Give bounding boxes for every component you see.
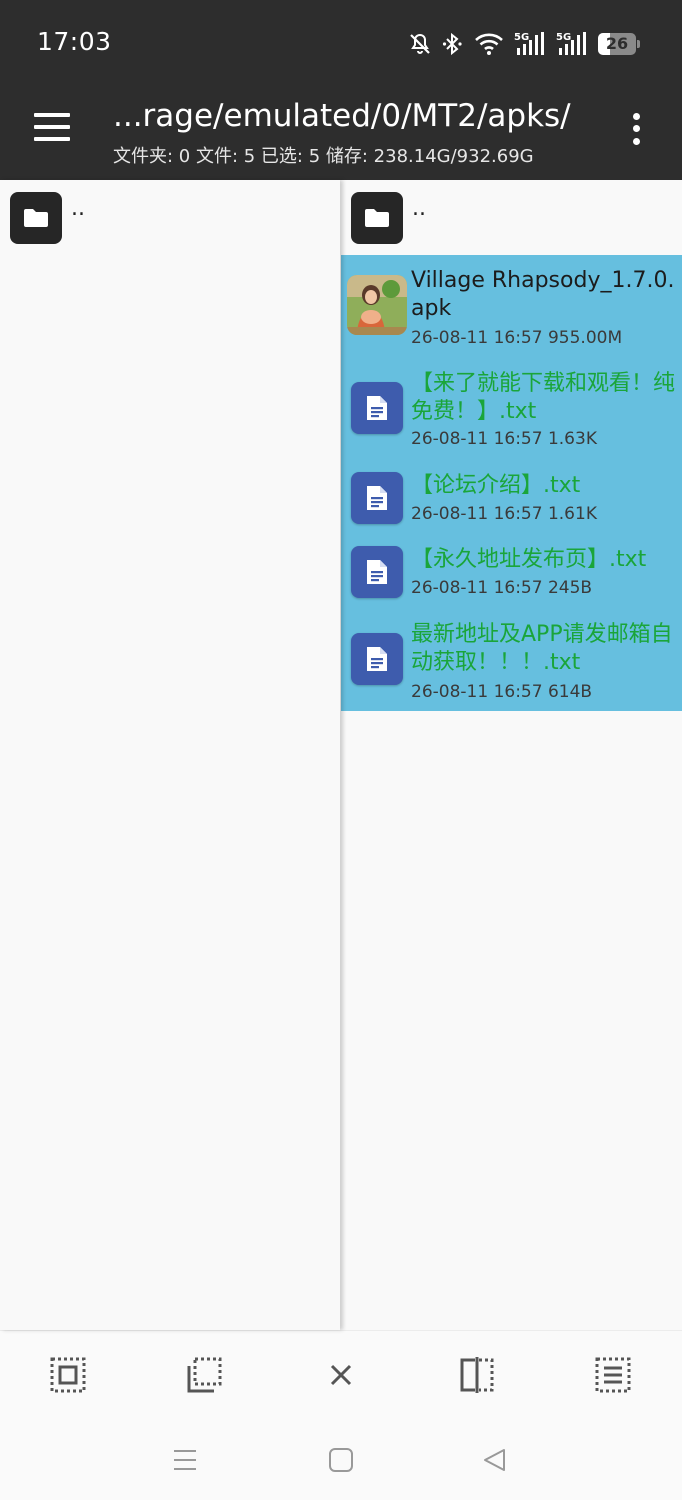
selection-action-bar bbox=[0, 1330, 682, 1423]
document-icon bbox=[351, 633, 403, 685]
app-toolbar: ...rage/emulated/0/MT2/apks/ 文件夹: 0 文件: … bbox=[0, 88, 682, 180]
left-pane[interactable]: .. bbox=[0, 180, 340, 1330]
file-meta: 26-08-11 16:57 1.63K bbox=[411, 429, 597, 449]
back-icon[interactable] bbox=[482, 1447, 508, 1473]
file-name: 最新地址及APP请发邮箱自动获取！！！.txt bbox=[411, 622, 673, 675]
select-list-icon[interactable] bbox=[595, 1357, 631, 1393]
wifi-icon bbox=[475, 33, 503, 55]
file-row-txt[interactable]: 【永久地址发布页】.txt 26-08-11 16:57 245B bbox=[341, 541, 682, 603]
folder-icon bbox=[10, 192, 62, 244]
file-name: 【来了就能下载和观看！纯免费！】.txt bbox=[411, 371, 676, 424]
file-meta: 26-08-11 16:57 955.00M bbox=[411, 328, 623, 348]
document-icon bbox=[351, 472, 403, 524]
invert-selection-icon[interactable] bbox=[459, 1357, 495, 1393]
right-pane[interactable]: .. Village Rhapsody_1.7.0.apk 26-08-11 1… bbox=[341, 180, 682, 1330]
document-icon bbox=[351, 546, 403, 598]
app-icon bbox=[347, 275, 407, 335]
file-row-apk[interactable]: Village Rhapsody_1.7.0.apk 26-08-11 16:5… bbox=[341, 255, 682, 349]
path-summary: 文件夹: 0 文件: 5 已选: 5 储存: 238.14G/932.69G bbox=[113, 146, 534, 167]
file-meta: 26-08-11 16:57 614B bbox=[411, 682, 593, 702]
recents-icon[interactable] bbox=[172, 1447, 198, 1473]
file-list: Village Rhapsody_1.7.0.apk 26-08-11 16:5… bbox=[341, 255, 682, 711]
file-name: 【论坛介绍】.txt bbox=[411, 473, 581, 498]
signal-5g-icon: 5G bbox=[514, 32, 544, 55]
document-icon bbox=[351, 382, 403, 434]
file-name: Village Rhapsody_1.7.0.apk bbox=[411, 268, 675, 321]
file-row-txt[interactable]: 【论坛介绍】.txt 26-08-11 16:57 1.61K bbox=[341, 467, 682, 529]
system-nav-bar bbox=[0, 1422, 682, 1500]
menu-button[interactable] bbox=[34, 113, 72, 143]
battery-level: 26 bbox=[605, 34, 629, 53]
parent-folder-label: .. bbox=[412, 196, 426, 221]
mute-bell-icon bbox=[410, 33, 430, 54]
select-all-icon[interactable] bbox=[50, 1357, 86, 1393]
file-name: 【永久地址发布页】.txt bbox=[411, 547, 647, 572]
parent-folder-label: .. bbox=[71, 196, 85, 221]
select-range-icon[interactable] bbox=[186, 1357, 222, 1393]
home-icon[interactable] bbox=[328, 1447, 354, 1473]
status-icons: 5G 5G 26 bbox=[408, 30, 640, 58]
folder-icon bbox=[351, 192, 403, 244]
signal-5g-icon-2: 5G bbox=[556, 32, 586, 55]
close-icon[interactable] bbox=[323, 1357, 359, 1393]
signal-label-1: 5G bbox=[514, 32, 529, 43]
status-bar: 17:03 5G 5G 26 bbox=[0, 0, 682, 88]
signal-label-2: 5G bbox=[556, 32, 571, 43]
more-options-button[interactable] bbox=[626, 110, 648, 148]
file-row-txt[interactable]: 最新地址及APP请发邮箱自动获取！！！.txt 26-08-11 16:57 6… bbox=[341, 617, 682, 709]
file-meta: 26-08-11 16:57 245B bbox=[411, 578, 593, 598]
status-time: 17:03 bbox=[37, 27, 112, 56]
battery-icon: 26 bbox=[598, 33, 640, 55]
bluetooth-icon bbox=[442, 32, 462, 56]
file-row-txt[interactable]: 【来了就能下载和观看！纯免费！】.txt 26-08-11 16:57 1.63… bbox=[341, 355, 682, 453]
current-path: ...rage/emulated/0/MT2/apks/ bbox=[113, 98, 571, 134]
parent-folder-row[interactable]: .. bbox=[0, 180, 340, 255]
file-meta: 26-08-11 16:57 1.61K bbox=[411, 504, 597, 524]
parent-folder-row[interactable]: .. bbox=[341, 180, 682, 255]
